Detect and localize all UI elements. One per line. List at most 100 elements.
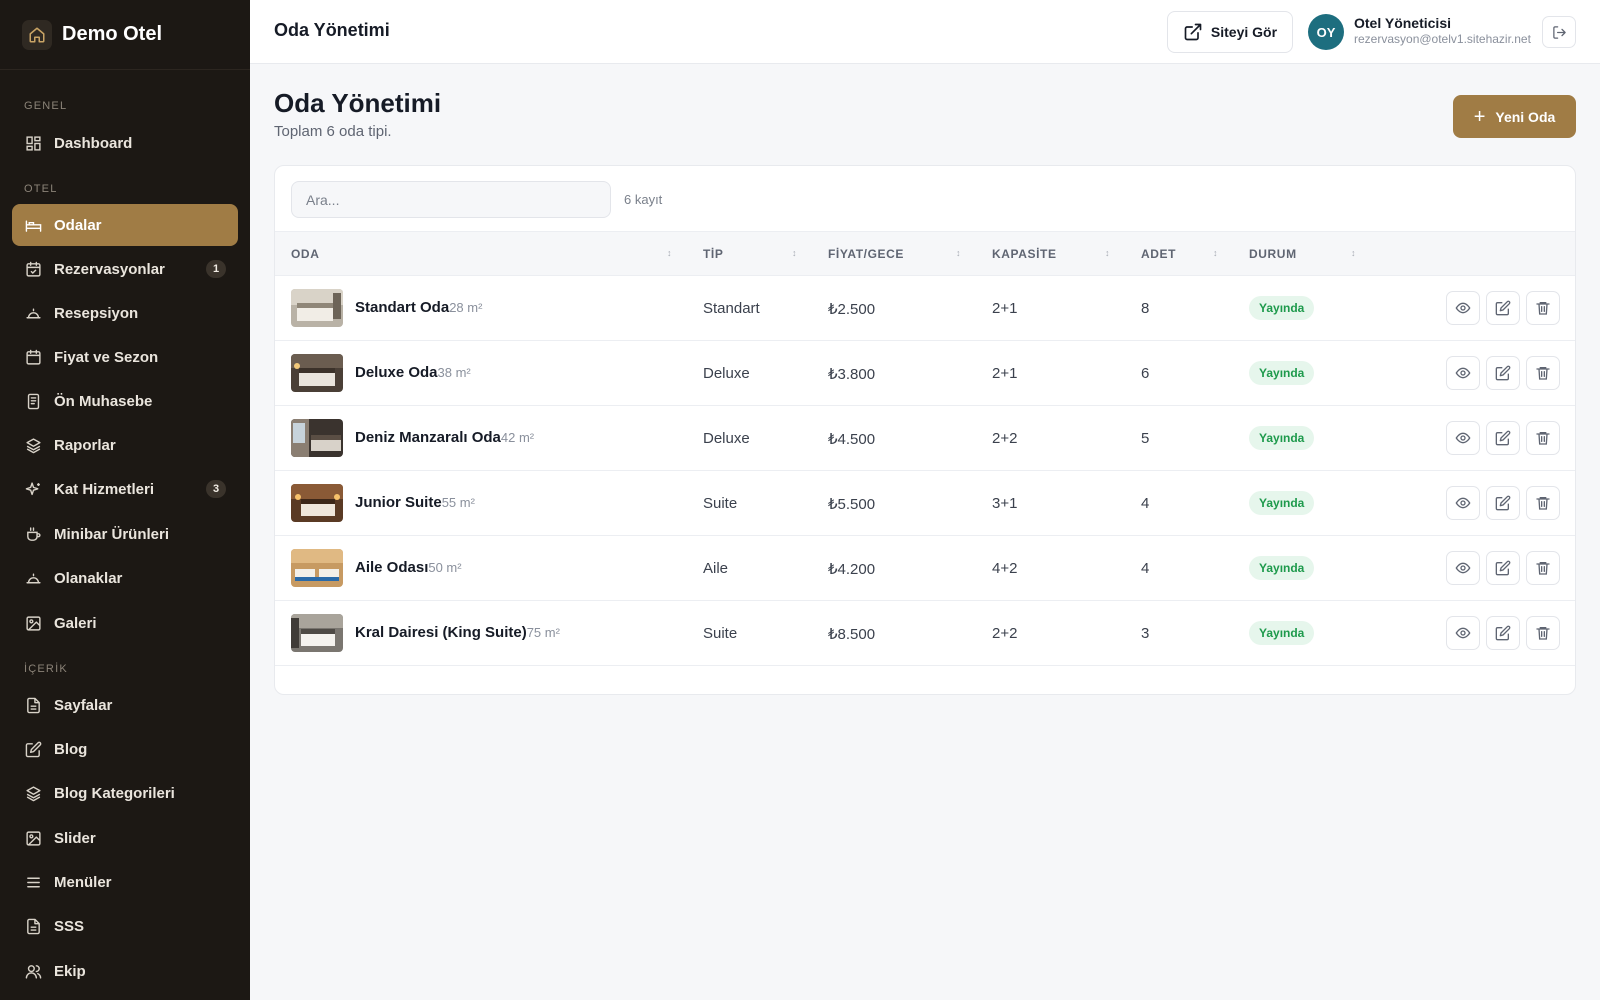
table-row[interactable]: Standart Oda28 m² Standart ₺2.500 2+1 8 … (275, 276, 1575, 341)
room-size: 50 m² (428, 560, 462, 575)
delete-button[interactable] (1526, 616, 1560, 650)
column-header-fiyat[interactable]: FİYAT/GECE (828, 232, 904, 276)
edit-button[interactable] (1486, 616, 1520, 650)
image-icon (24, 614, 42, 632)
edit-button[interactable] (1486, 486, 1520, 520)
sidebar-item-label: Galeri (54, 614, 97, 632)
sidebar-item-olanaklar[interactable]: Olanaklar (12, 557, 238, 599)
logout-button[interactable] (1542, 16, 1576, 48)
sort-icon[interactable]: ↕ (667, 248, 672, 258)
sidebar-item-label: Raporlar (54, 436, 116, 454)
sidebar-item-resepsiyon[interactable]: Resepsiyon (12, 292, 238, 334)
room-name[interactable]: Kral Dairesi (King Suite)75 m² (355, 624, 560, 641)
view-site-button[interactable]: Siteyi Gör (1167, 11, 1293, 53)
room-name[interactable]: Deniz Manzaralı Oda42 m² (355, 429, 534, 446)
sidebar-item-menuler[interactable]: Menüler (12, 861, 238, 903)
home-icon (22, 19, 52, 50)
sidebar-item-label: Minibar Ürünleri (54, 525, 170, 543)
edit-button[interactable] (1486, 291, 1520, 325)
sort-icon[interactable]: ↕ (1105, 248, 1110, 258)
sort-icon[interactable]: ↕ (792, 248, 797, 258)
bell-icon (24, 304, 42, 322)
sort-icon[interactable]: ↕ (1351, 248, 1356, 258)
logout-icon (1552, 25, 1567, 40)
trash-icon (1535, 625, 1551, 641)
sidebar-item-raporlar[interactable]: Raporlar (12, 424, 238, 466)
table-header: ODA ↕ TİP ↕ FİYAT/GECE ↕ KAPASİTE ↕ ADET… (275, 231, 1575, 276)
view-button[interactable] (1446, 551, 1480, 585)
view-button[interactable] (1446, 616, 1480, 650)
status-badge: Yayında (1249, 491, 1315, 515)
sidebar-item-label: Sayfalar (54, 696, 113, 714)
room-count: 5 (1141, 430, 1150, 447)
room-name[interactable]: Deluxe Oda38 m² (355, 364, 471, 381)
column-header-oda[interactable]: ODA (291, 232, 319, 276)
room-capacity: 2+2 (992, 430, 1018, 447)
room-thumbnail (291, 354, 343, 392)
edit-button[interactable] (1486, 421, 1520, 455)
table-row[interactable]: Kral Dairesi (King Suite)75 m² Suite ₺8.… (275, 601, 1575, 666)
room-name[interactable]: Standart Oda28 m² (355, 299, 482, 316)
table-row[interactable]: Junior Suite55 m² Suite ₺5.500 3+1 4 Yay… (275, 471, 1575, 536)
search-input[interactable] (291, 181, 611, 218)
user-email: rezervasyon@otelv1.sitehazir.net (1354, 32, 1531, 46)
sidebar-item-label: Rezervasyonlar (54, 260, 165, 278)
nav-badge: 1 (206, 260, 226, 278)
calendar-icon (24, 348, 42, 366)
delete-button[interactable] (1526, 551, 1560, 585)
edit-icon (1495, 495, 1511, 511)
room-type: Deluxe (703, 365, 750, 382)
brand-title: Demo Otel (62, 23, 163, 45)
edit-icon (1495, 300, 1511, 316)
sidebar-item-dashboard[interactable]: Dashboard (12, 122, 238, 164)
sidebar-item-fiyat-ve-sezon[interactable]: Fiyat ve Sezon (12, 336, 238, 378)
column-header-adet[interactable]: ADET (1141, 232, 1176, 276)
sidebar-item-blog-kategorileri[interactable]: Blog Kategorileri (12, 772, 238, 814)
delete-button[interactable] (1526, 291, 1560, 325)
edit-button[interactable] (1486, 356, 1520, 390)
sort-icon[interactable]: ↕ (1213, 248, 1218, 258)
room-name[interactable]: Junior Suite55 m² (355, 494, 475, 511)
sidebar-item-slider[interactable]: Slider (12, 817, 238, 859)
avatar[interactable]: OY (1308, 14, 1344, 50)
table-row[interactable]: Deluxe Oda38 m² Deluxe ₺3.800 2+1 6 Yayı… (275, 341, 1575, 406)
sort-icon[interactable]: ↕ (956, 248, 961, 258)
edit-button[interactable] (1486, 551, 1520, 585)
trash-icon (1535, 430, 1551, 446)
view-button[interactable] (1446, 421, 1480, 455)
sidebar-item-on-muhasebe[interactable]: Ön Muhasebe (12, 380, 238, 422)
view-button[interactable] (1446, 291, 1480, 325)
brand[interactable]: Demo Otel (0, 0, 250, 70)
sidebar-item-sss[interactable]: SSS (12, 905, 238, 947)
delete-button[interactable] (1526, 421, 1560, 455)
room-name[interactable]: Aile Odası50 m² (355, 559, 462, 576)
column-header-kapasite[interactable]: KAPASİTE (992, 232, 1057, 276)
room-count: 6 (1141, 365, 1150, 382)
sidebar-item-label: Resepsiyon (54, 304, 139, 322)
sidebar-item-kat-hizmetleri[interactable]: Kat Hizmetleri 3 (12, 468, 238, 510)
delete-button[interactable] (1526, 356, 1560, 390)
sidebar-item-label: Olanaklar (54, 569, 123, 587)
eye-icon (1455, 300, 1471, 316)
new-room-button[interactable]: + Yeni Oda (1453, 95, 1576, 138)
view-button[interactable] (1446, 486, 1480, 520)
sidebar-item-minibar-urunleri[interactable]: Minibar Ürünleri (12, 513, 238, 555)
sidebar-item-blog[interactable]: Blog (12, 728, 238, 770)
room-capacity: 2+2 (992, 625, 1018, 642)
delete-button[interactable] (1526, 486, 1560, 520)
section-label-genel: GENEL (24, 100, 68, 112)
sidebar-item-galeri[interactable]: Galeri (12, 602, 238, 644)
column-header-tip[interactable]: TİP (703, 232, 723, 276)
column-header-durum[interactable]: DURUM (1249, 232, 1297, 276)
calendar-check-icon (24, 260, 42, 278)
status-badge: Yayında (1249, 556, 1315, 580)
sidebar-item-odalar[interactable]: Odalar (12, 204, 238, 246)
table-row[interactable]: Deniz Manzaralı Oda42 m² Deluxe ₺4.500 2… (275, 406, 1575, 471)
eye-icon (1455, 430, 1471, 446)
sidebar-item-ekip[interactable]: Ekip (12, 950, 238, 992)
sidebar-item-rezervasyonlar[interactable]: Rezervasyonlar 1 (12, 248, 238, 290)
sidebar-item-sayfalar[interactable]: Sayfalar (12, 684, 238, 726)
sidebar-item-label: Blog Kategorileri (54, 784, 175, 802)
view-button[interactable] (1446, 356, 1480, 390)
table-row[interactable]: Aile Odası50 m² Aile ₺4.200 4+2 4 Yayınd… (275, 536, 1575, 601)
